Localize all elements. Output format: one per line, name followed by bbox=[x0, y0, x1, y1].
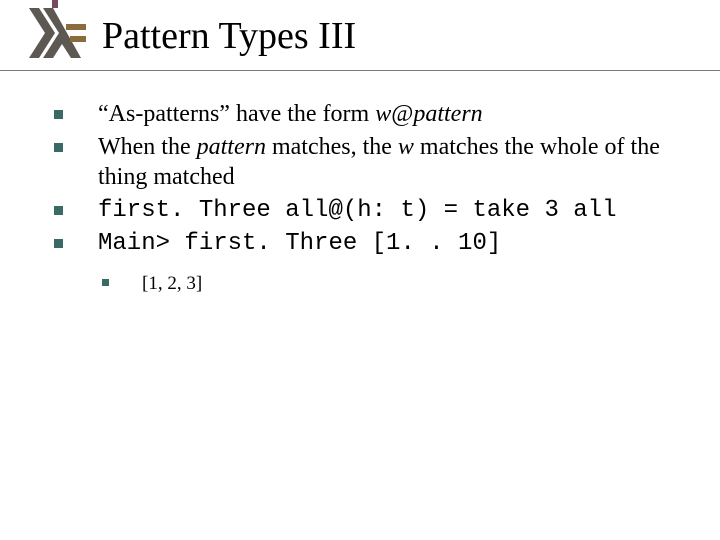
slide-body: “As-patterns” have the form w@pattern Wh… bbox=[50, 100, 690, 300]
bullet-icon bbox=[50, 100, 98, 119]
sub-list-item: [1, 2, 3] bbox=[98, 272, 690, 295]
list-item: When the pattern matches, the w matches … bbox=[50, 133, 690, 192]
list-item: “As-patterns” have the form w@pattern bbox=[50, 100, 690, 129]
list-item: Main> first. Three [1. . 10] bbox=[50, 229, 690, 258]
haskell-logo-icon bbox=[22, 0, 88, 66]
bullet-icon bbox=[98, 272, 142, 286]
bullet-icon bbox=[50, 229, 98, 248]
bullet-icon bbox=[50, 133, 98, 152]
bullet-icon bbox=[50, 196, 98, 215]
bullet-text: When the pattern matches, the w matches … bbox=[98, 133, 690, 192]
list-item: first. Three all@(h: t) = take 3 all bbox=[50, 196, 690, 225]
bullet-text-code: Main> first. Three [1. . 10] bbox=[98, 229, 690, 258]
bullet-text: “As-patterns” have the form w@pattern bbox=[98, 100, 690, 129]
slide-title: Pattern Types III bbox=[102, 14, 356, 58]
title-underline bbox=[0, 70, 720, 71]
sub-bullet-text: [1, 2, 3] bbox=[142, 272, 690, 295]
bullet-text-code: first. Three all@(h: t) = take 3 all bbox=[98, 196, 690, 225]
